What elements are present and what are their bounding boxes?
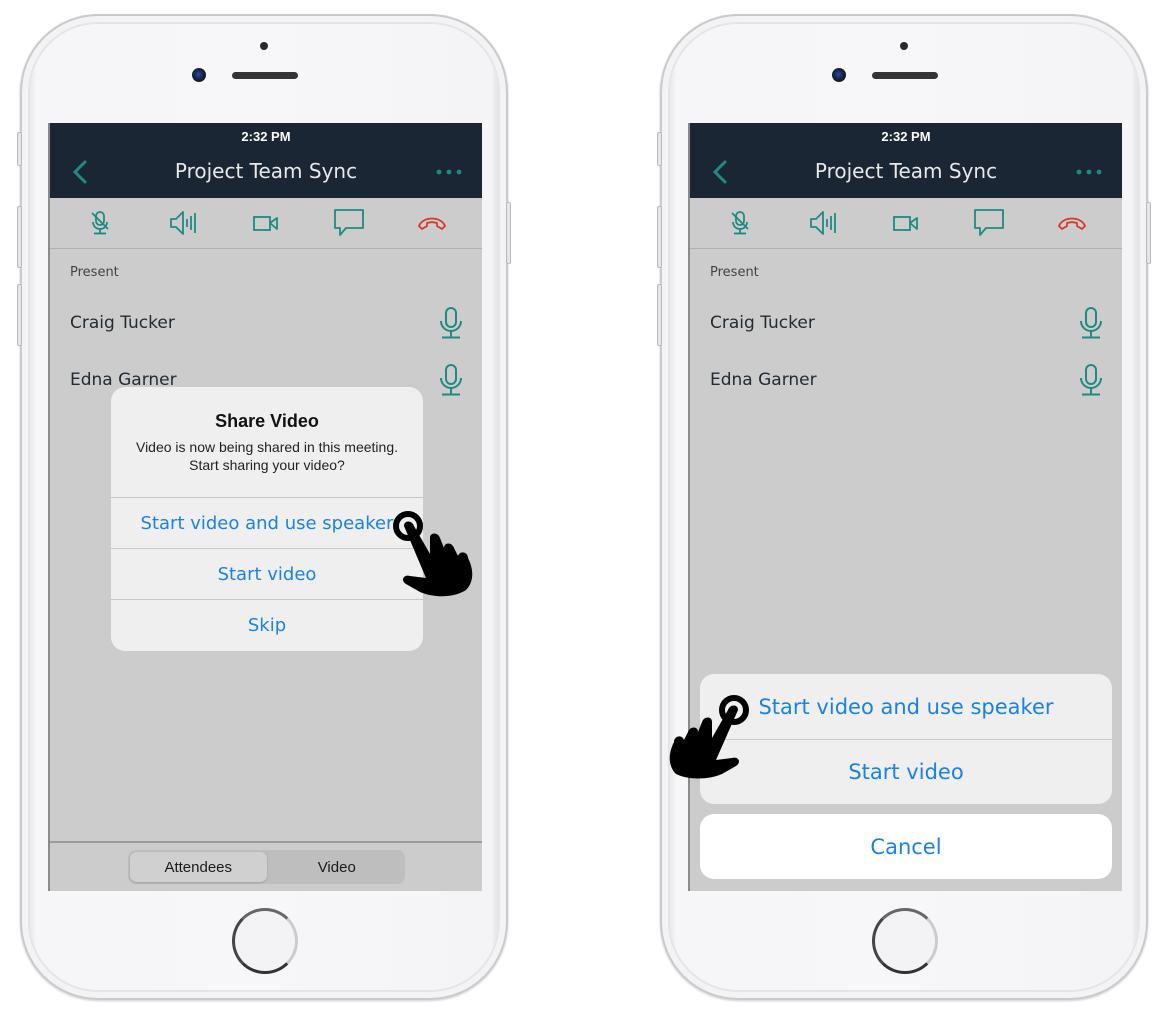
volume-up-button	[17, 206, 22, 268]
nav-bar: 2:32 PM Project Team Sync	[690, 123, 1122, 198]
screen-left: 2:32 PM Project Team Sync Present Craig …	[48, 123, 482, 891]
speaker-icon	[169, 211, 196, 235]
home-button	[232, 908, 298, 974]
proximity-sensor	[260, 42, 268, 50]
section-label-present: Present	[70, 265, 119, 280]
chat-button[interactable]	[329, 205, 369, 241]
tab-attendees[interactable]: Attendees	[130, 852, 267, 882]
hang-up-button[interactable]	[412, 205, 452, 241]
power-button	[1146, 202, 1151, 264]
nav-bar: 2:32 PM Project Team Sync	[50, 123, 482, 198]
call-toolbar	[50, 198, 482, 249]
page-title: Project Team Sync	[814, 159, 998, 183]
view-segmented-control: Attendees Video	[128, 850, 405, 884]
mute-button[interactable]	[80, 205, 120, 241]
home-button	[872, 908, 938, 974]
attendee-row[interactable]: Craig Tucker	[690, 294, 1122, 351]
speaker-button[interactable]	[163, 205, 203, 241]
start-video-speaker-button[interactable]: Start video and use speaker	[111, 497, 423, 548]
mute-switch	[657, 132, 662, 166]
microphone-icon	[440, 307, 462, 339]
share-video-alert: Share Video Video is now being shared in…	[111, 387, 423, 651]
start-video-button[interactable]: Start video	[111, 548, 423, 599]
bottom-bar: Attendees Video	[50, 841, 482, 891]
video-button[interactable]	[886, 205, 926, 241]
earpiece-speaker	[872, 72, 938, 79]
proximity-sensor	[900, 42, 908, 50]
attendee-name: Edna Garner	[710, 369, 817, 390]
mute-switch	[17, 132, 22, 166]
attendee-row[interactable]: Edna Garner	[690, 351, 1122, 408]
speaker-button[interactable]	[803, 205, 843, 241]
more-horizontal-icon[interactable]	[1076, 169, 1102, 175]
tab-video[interactable]: Video	[269, 850, 406, 884]
page-title: Project Team Sync	[174, 159, 358, 183]
attendee-name: Craig Tucker	[70, 312, 175, 333]
microphone-icon	[440, 364, 462, 396]
chat-button[interactable]	[969, 205, 1009, 241]
front-camera	[832, 68, 846, 82]
skip-button[interactable]: Skip	[111, 599, 423, 650]
video-camera-icon	[893, 216, 918, 231]
mic-muted-icon	[730, 211, 749, 235]
more-horizontal-icon[interactable]	[436, 169, 462, 175]
section-label-present: Present	[710, 265, 759, 280]
video-camera-icon	[253, 216, 278, 231]
mic-muted-icon	[90, 211, 109, 235]
attendee-name: Craig Tucker	[710, 312, 815, 333]
status-time: 2:32 PM	[241, 129, 291, 144]
volume-up-button	[657, 206, 662, 268]
chat-icon	[974, 209, 1005, 236]
microphone-icon	[1080, 364, 1102, 396]
power-button	[506, 202, 511, 264]
speaker-icon	[809, 211, 836, 235]
volume-down-button	[17, 284, 22, 346]
action-sheet: Start video and use speaker Start video	[700, 674, 1112, 804]
tap-hand-icon	[669, 695, 749, 779]
video-button[interactable]	[246, 205, 286, 241]
volume-down-button	[657, 284, 662, 346]
attendee-row[interactable]: Craig Tucker	[50, 294, 482, 351]
alert-title: Share Video	[215, 411, 319, 431]
mute-button[interactable]	[720, 205, 760, 241]
phone-frame-right: 2:32 PM Project Team Sync Present Craig …	[657, 14, 1151, 1000]
status-time: 2:32 PM	[881, 129, 931, 144]
call-toolbar	[690, 198, 1122, 249]
alert-message: Video is now being shared in this meetin…	[135, 439, 398, 473]
front-camera	[192, 68, 206, 82]
attendee-list: Craig Tucker Edna Garner	[690, 294, 1122, 408]
hang-up-icon	[1058, 217, 1087, 230]
earpiece-speaker	[232, 72, 298, 79]
chat-icon	[334, 209, 365, 236]
microphone-icon	[1080, 307, 1102, 339]
tap-hand-icon	[393, 511, 473, 597]
hang-up-button[interactable]	[1052, 205, 1092, 241]
start-video-speaker-button[interactable]: Start video and use speaker	[700, 674, 1112, 739]
cancel-button[interactable]: Cancel	[700, 814, 1112, 879]
start-video-button[interactable]: Start video	[700, 739, 1112, 804]
hang-up-icon	[418, 217, 447, 230]
phone-frame-left: 2:32 PM Project Team Sync Present Craig …	[17, 14, 511, 1000]
